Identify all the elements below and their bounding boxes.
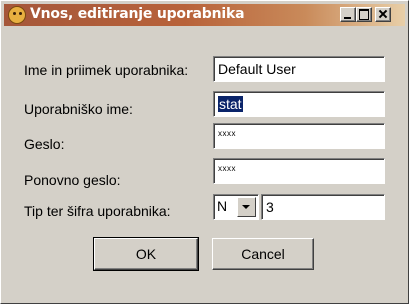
username-selected-text: stat: [218, 96, 243, 112]
user-type-select[interactable]: N: [213, 194, 259, 220]
user-type-value: N: [217, 198, 228, 214]
user-type-label: Tip ter šifra uporabnika:: [24, 203, 171, 219]
full-name-field[interactable]: Default User: [213, 56, 385, 82]
username-label: Uporabniško ime:: [24, 101, 133, 117]
ok-button[interactable]: OK: [93, 237, 199, 271]
title-bar[interactable]: Vnos, editiranje uporabnika: [4, 4, 405, 26]
username-field[interactable]: stat: [213, 91, 385, 117]
cancel-button[interactable]: Cancel: [212, 238, 314, 270]
user-face-icon: [8, 6, 26, 24]
maximize-button[interactable]: [356, 7, 372, 22]
dialog-window: Vnos, editiranje uporabnika: [0, 0, 409, 304]
user-code-field[interactable]: 3: [261, 194, 385, 220]
password-repeat-label: Ponovno geslo:: [24, 172, 121, 188]
password-label: Geslo:: [24, 136, 65, 152]
full-name-label: Ime in priimek uporabnika:: [24, 62, 189, 78]
chevron-down-icon[interactable]: [237, 197, 256, 217]
window-title: Vnos, editiranje uporabnika: [30, 6, 245, 22]
close-button[interactable]: [375, 7, 391, 22]
password-field[interactable]: xxxx: [213, 123, 385, 149]
password-repeat-field[interactable]: xxxx: [213, 158, 385, 184]
minimize-button[interactable]: [340, 7, 356, 22]
